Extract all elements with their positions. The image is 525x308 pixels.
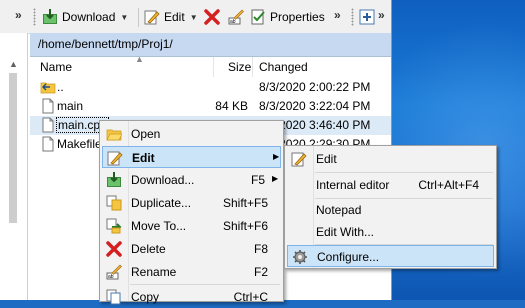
toolbar-overflow-chevron-2[interactable]: » bbox=[334, 8, 341, 22]
open-icon bbox=[106, 126, 123, 142]
plus-icon bbox=[359, 9, 375, 25]
delete-icon bbox=[106, 241, 122, 257]
delete-icon bbox=[204, 9, 220, 25]
menu-item-rename[interactable]: ab Rename F2 bbox=[102, 261, 281, 283]
menu-item-download[interactable]: Download... F5 ▶ bbox=[102, 169, 281, 191]
menu-item-copy[interactable]: Copy Ctrl+C bbox=[102, 286, 281, 308]
column-size[interactable]: Size bbox=[228, 60, 251, 74]
download-button[interactable]: Download ▼ bbox=[42, 7, 128, 27]
copy-icon bbox=[106, 289, 122, 305]
download-icon bbox=[42, 9, 58, 25]
file-size: 84 KB bbox=[215, 99, 248, 113]
rename-icon: ab bbox=[228, 9, 244, 25]
file-icon bbox=[40, 136, 56, 155]
submenu-item-notepad[interactable]: Notepad bbox=[287, 199, 494, 221]
properties-icon bbox=[250, 9, 266, 25]
file-name: .. bbox=[57, 80, 64, 94]
sort-indicator-icon: ▲ bbox=[135, 54, 144, 64]
edit-icon bbox=[107, 150, 123, 166]
path-bar[interactable]: /home/bennett/tmp/Proj1/ bbox=[30, 33, 391, 57]
menu-item-duplicate[interactable]: Duplicate... Shift+F5 bbox=[102, 192, 281, 214]
rename-button[interactable]: ab bbox=[228, 7, 244, 27]
download-button-label: Download bbox=[62, 10, 116, 24]
submenu-item-edit-with[interactable]: Edit With... bbox=[287, 221, 494, 243]
current-path: /home/bennett/tmp/Proj1/ bbox=[38, 37, 173, 51]
submenu-item-edit[interactable]: Edit bbox=[287, 148, 494, 170]
download-dropdown-arrow[interactable]: ▼ bbox=[120, 13, 128, 22]
menu-item-delete[interactable]: Delete F8 bbox=[102, 238, 281, 260]
context-menu: Open Edit ▶ Download... F5 ▶ Duplicate..… bbox=[99, 120, 284, 305]
parent-folder-icon bbox=[40, 79, 56, 98]
gear-icon bbox=[292, 249, 308, 265]
column-header: ▲ Name Size Changed bbox=[30, 54, 391, 77]
file-name: Makefile bbox=[57, 137, 102, 151]
svg-text:ab: ab bbox=[108, 274, 114, 280]
scroll-up-arrow-icon[interactable]: ▲ bbox=[9, 59, 18, 69]
file-changed: 8/3/2020 3:22:04 PM bbox=[259, 99, 371, 113]
new-button[interactable] bbox=[359, 7, 375, 27]
file-changed: 8/3/2020 2:00:22 PM bbox=[259, 80, 371, 94]
edit-submenu: Edit Internal editor Ctrl+Alt+F4 Notepad… bbox=[284, 145, 497, 269]
toolbar-grip[interactable] bbox=[33, 8, 36, 26]
left-pane: ▲ bbox=[0, 33, 28, 300]
column-changed[interactable]: Changed bbox=[259, 60, 308, 74]
edit-button-label: Edit bbox=[164, 10, 185, 24]
file-icon bbox=[40, 117, 56, 136]
menu-item-move-to[interactable]: Move To... Shift+F6 bbox=[102, 215, 281, 237]
menu-item-edit[interactable]: Edit ▶ bbox=[102, 146, 281, 168]
toolbar-grip-2[interactable] bbox=[351, 8, 354, 26]
submenu-item-configure[interactable]: Configure... bbox=[287, 245, 494, 267]
edit-icon bbox=[291, 151, 307, 167]
scrollbar-thumb[interactable] bbox=[9, 73, 17, 223]
submenu-arrow-icon: ▶ bbox=[272, 174, 279, 183]
toolbar-overflow-chevron-3[interactable]: » bbox=[378, 8, 385, 22]
file-row[interactable]: .. 8/3/2020 2:00:22 PM bbox=[30, 78, 391, 97]
menu-item-open[interactable]: Open bbox=[102, 123, 281, 145]
edit-dropdown-arrow[interactable]: ▼ bbox=[190, 13, 198, 22]
submenu-item-internal-editor[interactable]: Internal editor Ctrl+Alt+F4 bbox=[287, 174, 494, 196]
column-name[interactable]: Name bbox=[40, 60, 72, 74]
file-row[interactable]: main 84 KB 8/3/2020 3:22:04 PM bbox=[30, 97, 391, 116]
svg-text:ab: ab bbox=[230, 19, 236, 25]
properties-button-label: Properties bbox=[270, 10, 325, 24]
duplicate-icon bbox=[106, 195, 122, 211]
edit-icon bbox=[144, 9, 160, 25]
rename-icon: ab bbox=[106, 264, 122, 280]
submenu-arrow-icon: ▶ bbox=[273, 152, 280, 161]
toolbar-overflow-chevron[interactable]: » bbox=[15, 8, 22, 22]
edit-button[interactable]: Edit ▼ bbox=[144, 7, 198, 27]
download-icon bbox=[106, 172, 122, 188]
properties-button[interactable]: Properties bbox=[250, 7, 325, 27]
move-icon bbox=[106, 218, 122, 234]
delete-button[interactable] bbox=[204, 7, 220, 27]
toolbar: » Download ▼ Edit ▼ ab Properties » » bbox=[0, 0, 391, 34]
